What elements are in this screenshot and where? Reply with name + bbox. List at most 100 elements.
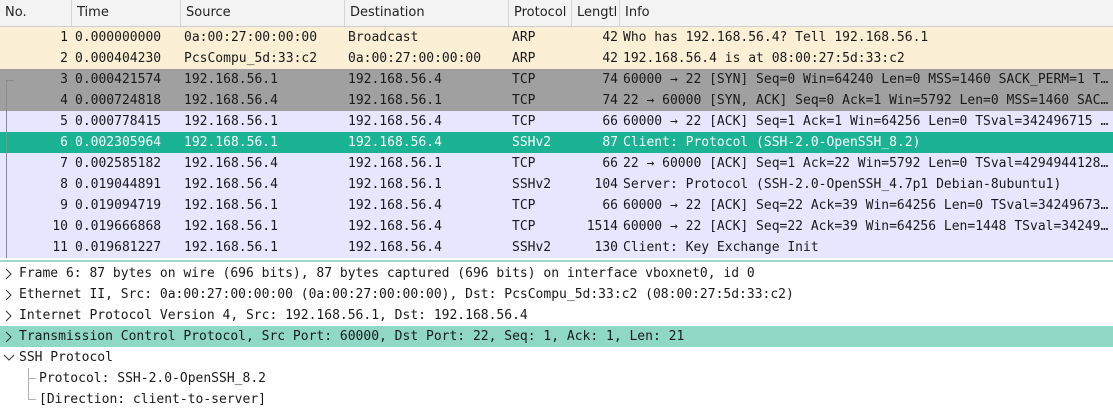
packet-row[interactable]: 6 0.002305964 192.168.56.1 192.168.56.4 SSHv… (0, 132, 1113, 153)
packet-no-cell: 6 (60, 135, 68, 150)
packet-row[interactable]: 2 0.000404230 PcsCompu_5d:33:c2 0a:00:27:00… (0, 48, 1113, 69)
packet-length-cell: 42 (602, 51, 618, 66)
packet-info-cell: 22 → 60000 [ACK] Seq=1 Ack=22 Win=5792 L… (623, 156, 1110, 171)
packet-info-cell: 60000 → 22 [SYN] Seq=0 Win=64240 Len=0 M… (623, 72, 1110, 87)
packet-row[interactable]: 3 0.000421574 192.168.56.1 192.168.56.4 TCP 7… (0, 69, 1113, 90)
packet-protocol-cell: TCP (512, 93, 536, 108)
detail-tree-label: Frame 6: 87 bytes on wire (696 bits), 87… (19, 266, 755, 281)
chevron-right-icon[interactable] (3, 284, 15, 305)
packet-no-cell: 2 (60, 51, 68, 66)
packet-protocol-cell: TCP (512, 72, 536, 87)
packet-time-cell: 0.002305964 (75, 135, 162, 150)
packet-info-cell: 60000 → 22 [ACK] Seq=1 Ack=1 Win=64256 L… (623, 114, 1110, 129)
detail-tree-item[interactable]: Ethernet II, Src: 0a:00:27:00:00:00 (0a:… (0, 284, 1113, 305)
packet-time-cell: 0.019044891 (75, 177, 162, 192)
pane-splitter[interactable] (0, 260, 1113, 262)
packet-source-cell: 192.168.56.4 (184, 156, 278, 171)
detail-tree-label: Internet Protocol Version 4, Src: 192.16… (19, 308, 528, 323)
packet-protocol-cell: ARP (512, 30, 536, 45)
detail-tree-label: Protocol: SSH-2.0-OpenSSH_8.2 (39, 371, 266, 386)
column-header-info[interactable]: Info (620, 0, 1113, 26)
packet-destination-cell: 192.168.56.4 (348, 198, 442, 213)
conversation-bracket (6, 80, 7, 258)
packet-source-cell: 192.168.56.1 (184, 198, 278, 213)
packet-source-cell: 192.168.56.1 (184, 219, 278, 234)
packet-destination-cell: 192.168.56.4 (348, 135, 442, 150)
detail-tree-item[interactable]: Transmission Control Protocol, Src Port:… (0, 326, 1113, 347)
detail-tree-item[interactable]: SSH Protocol (0, 347, 1113, 368)
packet-time-cell: 0.000404230 (75, 51, 162, 66)
packet-row[interactable]: 9 0.019094719 192.168.56.1 192.168.56.4 TCP 6… (0, 195, 1113, 216)
packet-details-tree[interactable]: Frame 6: 87 bytes on wire (696 bits), 87… (0, 263, 1113, 414)
conversation-bracket-start (6, 80, 14, 81)
packet-protocol-cell: TCP (512, 198, 536, 213)
packet-length-cell: 66 (602, 114, 618, 129)
packet-destination-cell: 192.168.56.1 (348, 177, 442, 192)
tree-branch-connector (28, 378, 36, 379)
chevron-right-icon[interactable] (3, 305, 15, 326)
column-header-source[interactable]: Source (181, 0, 345, 26)
column-header-protocol[interactable]: Protocol (509, 0, 572, 26)
detail-tree-item[interactable]: Internet Protocol Version 4, Src: 192.16… (0, 305, 1113, 326)
packet-time-cell: 0.019681227 (75, 240, 162, 255)
packet-info-cell: Who has 192.168.56.4? Tell 192.168.56.1 (623, 30, 929, 45)
packet-time-cell: 0.019666868 (75, 219, 162, 234)
packet-source-cell: 192.168.56.1 (184, 72, 278, 87)
packet-length-cell: 74 (602, 72, 618, 87)
packet-destination-cell: Broadcast (348, 30, 419, 45)
packet-no-cell: 8 (60, 177, 68, 192)
packet-length-cell: 87 (602, 135, 618, 150)
packet-info-cell: Client: Key Exchange Init (623, 240, 819, 255)
packet-source-cell: 0a:00:27:00:00:00 (184, 30, 318, 45)
chevron-right-icon[interactable] (3, 326, 15, 347)
column-header-length[interactable]: Lengtl (572, 0, 620, 26)
packet-no-cell: 5 (60, 114, 68, 129)
packet-destination-cell: 0a:00:27:00:00:00 (348, 51, 482, 66)
packet-protocol-cell: SSHv2 (512, 177, 552, 192)
tree-branch-connector (28, 399, 36, 400)
packet-row[interactable]: 7 0.002585182 192.168.56.4 192.168.56.1 TCP 6… (0, 153, 1113, 174)
packet-protocol-cell: TCP (512, 114, 536, 129)
packet-source-cell: 192.168.56.4 (184, 177, 278, 192)
packet-source-cell: PcsCompu_5d:33:c2 (184, 51, 318, 66)
packet-row[interactable]: 8 0.019044891 192.168.56.4 192.168.56.1 SSHv… (0, 174, 1113, 195)
detail-tree-label: Transmission Control Protocol, Src Port:… (19, 329, 685, 344)
packet-row[interactable]: 1 0.000000000 0a:00:27:00:00:00 Broadcast AR… (0, 27, 1113, 48)
packet-row[interactable]: 11 0.019681227 192.168.56.1 192.168.56.4 SSH… (0, 237, 1113, 258)
packet-no-cell: 1 (60, 30, 68, 45)
packet-time-cell: 0.002585182 (75, 156, 162, 171)
packet-no-cell: 7 (60, 156, 68, 171)
packet-source-cell: 192.168.56.4 (184, 93, 278, 108)
packet-length-cell: 1514 (586, 219, 618, 234)
packet-source-cell: 192.168.56.1 (184, 240, 278, 255)
packet-time-cell: 0.000421574 (75, 72, 162, 87)
packet-no-cell: 9 (60, 198, 68, 213)
packet-info-cell: 22 → 60000 [SYN, ACK] Seq=0 Ack=1 Win=57… (623, 93, 1110, 108)
packet-length-cell: 66 (602, 198, 618, 213)
packet-row[interactable]: 4 0.000724818 192.168.56.4 192.168.56.1 TCP 7… (0, 90, 1113, 111)
packet-protocol-cell: TCP (512, 156, 536, 171)
column-header-time[interactable]: Time (72, 0, 181, 26)
packet-info-cell: 60000 → 22 [ACK] Seq=22 Ack=39 Win=64256… (623, 219, 1110, 234)
packet-protocol-cell: TCP (512, 219, 536, 234)
detail-tree-label: SSH Protocol (19, 350, 113, 365)
packet-list-header: No. Time Source Destination Protocol Len… (0, 0, 1113, 27)
packet-list[interactable]: 1 0.000000000 0a:00:27:00:00:00 Broadcast AR… (0, 27, 1113, 258)
packet-row[interactable]: 5 0.000778415 192.168.56.1 192.168.56.4 TCP 6… (0, 111, 1113, 132)
packet-protocol-cell: SSHv2 (512, 240, 552, 255)
column-header-no[interactable]: No. (0, 0, 72, 26)
packet-info-cell: 192.168.56.4 is at 08:00:27:5d:33:c2 (623, 51, 905, 66)
detail-tree-item[interactable]: Protocol: SSH-2.0-OpenSSH_8.2 (0, 368, 1113, 389)
packet-no-cell: 11 (52, 240, 68, 255)
packet-destination-cell: 192.168.56.1 (348, 93, 442, 108)
packet-length-cell: 74 (602, 93, 618, 108)
packet-info-cell: 60000 → 22 [ACK] Seq=22 Ack=39 Win=64256… (623, 198, 1110, 213)
chevron-right-icon[interactable] (3, 263, 15, 284)
chevron-down-icon[interactable] (3, 347, 15, 368)
detail-tree-item[interactable]: [Direction: client-to-server] (0, 389, 1113, 410)
column-header-destination[interactable]: Destination (345, 0, 509, 26)
packet-row[interactable]: 10 0.019666868 192.168.56.1 192.168.56.4 TCP… (0, 216, 1113, 237)
packet-info-cell: Server: Protocol (SSH-2.0-OpenSSH_4.7p1 … (623, 177, 1062, 192)
packet-protocol-cell: SSHv2 (512, 135, 552, 150)
detail-tree-item[interactable]: Frame 6: 87 bytes on wire (696 bits), 87… (0, 263, 1113, 284)
